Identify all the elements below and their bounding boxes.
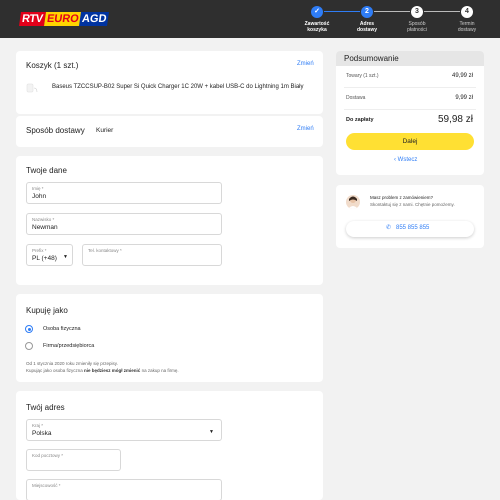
checkout-steps: ✓ Zawartość koszyka 2 Adres dostawy 3 Spos… (292, 6, 492, 36)
step-label: koszyka (307, 27, 327, 33)
consultant-avatar (346, 195, 360, 209)
radio-private-person[interactable] (25, 325, 33, 333)
shipping-method: Kurier (96, 127, 114, 134)
last-name-label: Nazwisko * (32, 217, 55, 222)
summary-title: Podsumowanie (344, 54, 399, 63)
check-icon: ✓ (311, 6, 323, 18)
law-note: Od 1 stycznia 2020 roku zmieniły się prz… (26, 361, 118, 366)
radio-company-label[interactable]: Firma/przedsiębiorca (43, 343, 94, 349)
country-select[interactable]: Kraj * Polska ▼ (26, 419, 222, 441)
city-label: Miejscowość * (32, 483, 61, 488)
brand-logo[interactable]: RTV EURO AGD (19, 10, 110, 28)
radio-private-person-label[interactable]: Osoba fizyczna (43, 326, 81, 332)
step-number: 2 (361, 6, 373, 18)
shipping-title: Sposób dostawy (26, 126, 85, 135)
step-address: 2 Adres dostawy (342, 6, 392, 33)
summary-card: Podsumowanie Towary (1 szt.) 49,99 zł Do… (336, 51, 484, 175)
step-delivery-time: 4 Termin dostawy (442, 6, 492, 33)
logo-euro: EURO (43, 12, 82, 26)
delivery-value: 9,99 zł (455, 95, 473, 101)
step-label: dostawy (457, 27, 477, 33)
product-thumbnail (26, 81, 38, 95)
logo-rtv: RTV (19, 12, 46, 26)
goods-label: Towary (1 szt.) (346, 73, 379, 79)
goods-value: 49,99 zł (451, 73, 473, 79)
summary-header: Podsumowanie (336, 51, 484, 66)
prefix-label: Prefix * (32, 248, 47, 253)
divider (344, 87, 476, 88)
postal-code-field[interactable]: Kod pocztowy * (26, 449, 121, 471)
caret-down-icon: ▼ (63, 254, 68, 260)
back-link[interactable]: ‹ Wstecz (394, 157, 417, 163)
step-number: 3 (411, 6, 423, 18)
your-data-card: Twoje dane Imię * John Nazwisko * Newman… (16, 156, 323, 285)
delivery-label: Dostawa (346, 95, 366, 101)
your-data-title: Twoje dane (26, 166, 67, 175)
total-value: 59,98 zł (437, 114, 473, 125)
phone-button[interactable]: ✆ 855 855 855 (346, 221, 474, 237)
address-title: Twój adres (26, 403, 65, 412)
divider (344, 109, 476, 110)
phone-number: 855 855 855 (396, 225, 430, 231)
city-field[interactable]: Miejscowość * (26, 479, 222, 500)
country-label: Kraj * (32, 423, 44, 428)
last-name-value: Newman (32, 224, 58, 231)
step-label: płatności (407, 27, 427, 33)
address-card: Twój adres Kraj * Polska ▼ Kod pocztowy … (16, 391, 323, 500)
postal-code-label: Kod pocztowy * (32, 453, 64, 458)
chevron-left-icon: ‹ (394, 157, 396, 163)
cart-title: Koszyk (1 szt.) (26, 61, 79, 70)
first-name-label: Imię * (32, 186, 44, 191)
step-cart[interactable]: ✓ Zawartość koszyka (292, 6, 342, 33)
next-button[interactable]: Dalej (346, 133, 474, 150)
phone-label: Tel. kontaktowy * (88, 248, 122, 253)
buy-as-note: Kupując jako osoba fizyczna nie będziesz… (26, 368, 179, 373)
cart-card: Koszyk (1 szt.) Zmień Baseus TZCCSUP-B02… (16, 51, 323, 114)
radio-company[interactable] (25, 342, 33, 350)
buy-as-title: Kupuję jako (26, 306, 68, 315)
step-label: dostawy (356, 27, 377, 33)
phone-field[interactable]: Tel. kontaktowy * (82, 244, 222, 266)
step-payment: 3 Sposób płatności (392, 6, 442, 33)
logo-agd: AGD (79, 12, 110, 26)
step-number: 4 (461, 6, 473, 18)
phone-icon: ✆ (386, 225, 392, 231)
prefix-value: PL (+48) (32, 255, 57, 262)
total-label: Do zapłaty (346, 117, 374, 123)
country-value: Polska (32, 430, 52, 437)
shipping-card: Sposób dostawy Kurier Zmień (16, 116, 323, 147)
caret-down-icon: ▼ (209, 429, 214, 435)
product-name[interactable]: Baseus TZCCSUP-B02 Super Si Quick Charge… (52, 84, 304, 90)
first-name-value: John (32, 193, 47, 200)
phone-prefix-select[interactable]: Prefix * PL (+48) ▼ (26, 244, 73, 266)
shipping-change-link[interactable]: Zmień (297, 126, 314, 132)
top-bar: RTV EURO AGD ✓ Zawartość koszyka 2 Adres d… (0, 0, 500, 38)
buy-as-card: Kupuję jako Osoba fizyczna Firma/przedsi… (16, 294, 323, 382)
help-subtitle: Skontaktuj się z nami. Chętnie pomożemy. (370, 202, 455, 207)
help-card: Masz problem z zamówieniem? Skontaktuj s… (336, 185, 484, 248)
first-name-field[interactable]: Imię * John (26, 182, 222, 204)
cart-change-link[interactable]: Zmień (297, 61, 314, 67)
last-name-field[interactable]: Nazwisko * Newman (26, 213, 222, 235)
help-title: Masz problem z zamówieniem? (370, 195, 434, 200)
